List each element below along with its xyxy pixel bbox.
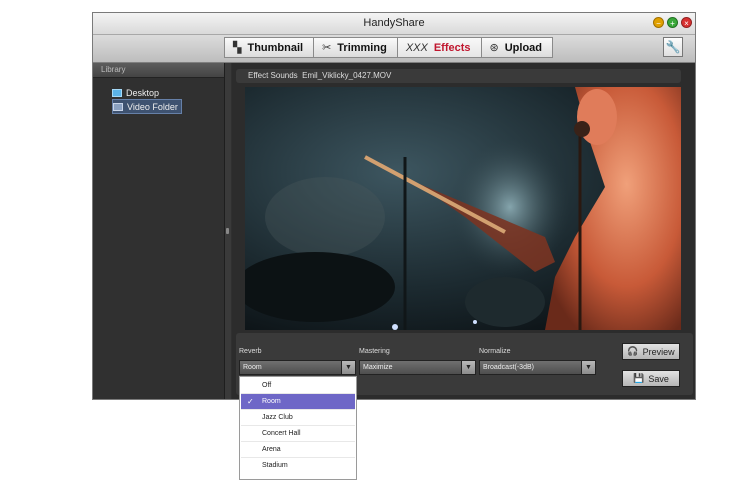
video-preview[interactable] [245,87,681,330]
title-bar[interactable]: HandyShare − + × [93,13,695,35]
tab-effects[interactable]: XXX Effects [397,37,482,58]
close-button[interactable]: × [681,17,692,28]
preview-button-label: Preview [642,346,675,357]
trimming-icon: ✂ [322,42,332,54]
splitter-grip[interactable] [226,228,229,234]
chevron-down-icon[interactable]: ▼ [341,361,355,374]
preview-button[interactable]: 🎧 Preview [622,343,680,360]
sidebar-item-desktop-label: Desktop [126,87,160,98]
app-window: HandyShare − + × ▚ Thumbnail ✂ Trimming … [92,12,696,400]
window-title: HandyShare [363,17,425,29]
mastering-value: Maximize [363,364,393,371]
sidebar-splitter[interactable] [225,63,231,399]
desktop-icon [112,88,122,97]
headphones-icon: 🎧 [627,346,639,356]
video-folder-icon [113,102,123,111]
reverb-value: Room [243,364,262,371]
effects-icon: XXX [405,41,428,54]
video-frame [245,87,681,330]
mastering-label: Mastering [359,348,390,355]
file-info-bar: Effect Sounds Emil_Viklicky_0427.MOV [236,69,681,83]
reverb-select[interactable]: Room ▼ [239,360,356,375]
sidebar-item-video-folder-label: Video Folder [127,101,178,112]
normalize-select[interactable]: Broadcast(-3dB) ▼ [479,360,596,375]
chevron-down-icon[interactable]: ▼ [461,361,475,374]
tab-upload[interactable]: ⊛ Upload [481,37,554,58]
tab-thumbnail-label: Thumbnail [247,41,304,54]
mastering-select[interactable]: Maximize ▼ [359,360,476,375]
reverb-option-room[interactable]: ✓ Room [241,394,355,410]
file-name: Emil_Viklicky_0427.MOV [302,71,392,80]
normalize-label: Normalize [479,348,511,355]
normalize-value: Broadcast(-3dB) [483,364,534,371]
upload-icon: ⊛ [489,42,499,54]
tab-trimming[interactable]: ✂ Trimming [314,37,398,58]
reverb-option-jazz-club[interactable]: Jazz Club [241,410,355,426]
reverb-option-concert-hall[interactable]: Concert Hall [241,426,355,442]
tab-upload-label: Upload [504,41,543,54]
reverb-dropdown-list: Off ✓ Room Jazz Club Concert Hall Arena … [239,376,357,480]
save-icon: 💾 [633,373,645,383]
file-label: Effect Sounds [248,71,298,80]
reverb-option-arena[interactable]: Arena [241,442,355,458]
chevron-down-icon[interactable]: ▼ [581,361,595,374]
sidebar-item-video-folder[interactable]: Video Folder [112,99,182,114]
effects-panel: Effect Sounds Emil_Viklicky_0427.MOV Rev… [232,63,695,399]
sidebar-item-desktop[interactable]: Desktop [112,86,162,99]
library-header: Library [93,63,224,78]
reverb-option-stadium[interactable]: Stadium [241,458,355,474]
reverb-option-off[interactable]: Off [241,378,355,394]
library-sidebar: Library Desktop Video Folder [93,63,225,399]
minimize-button[interactable]: − [653,17,664,28]
save-button-label: Save [648,373,669,384]
tab-thumbnail[interactable]: ▚ Thumbnail [224,37,315,58]
tab-effects-label: Effects [433,41,471,54]
tab-trimming-label: Trimming [337,41,387,54]
settings-button[interactable]: 🔧 [663,37,683,57]
thumbnail-icon: ▚ [233,42,242,54]
reverb-option-room-label: Room [262,398,281,405]
tab-group: ▚ Thumbnail ✂ Trimming XXX Effects ⊛ Upl… [224,37,554,59]
save-button[interactable]: 💾 Save [622,370,680,387]
toolbar: ▚ Thumbnail ✂ Trimming XXX Effects ⊛ Upl… [93,35,695,63]
wrench-icon: 🔧 [665,40,681,54]
maximize-button[interactable]: + [667,17,678,28]
reverb-label: Reverb [239,348,262,355]
check-icon: ✓ [247,397,254,406]
